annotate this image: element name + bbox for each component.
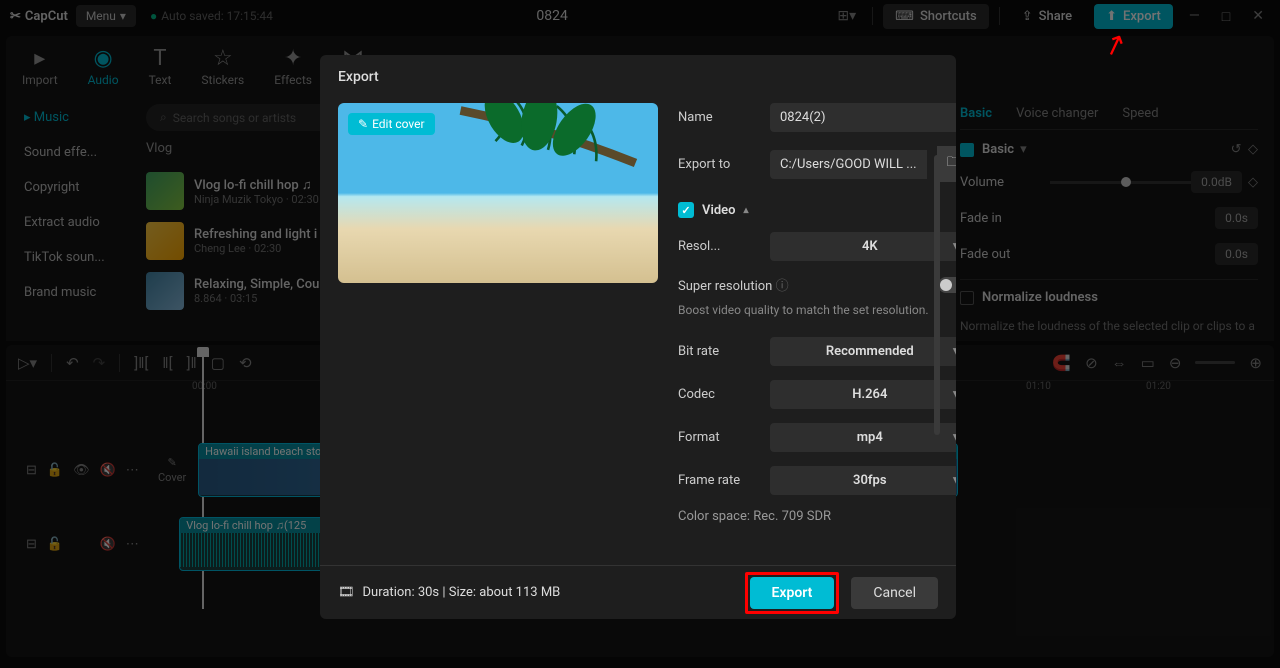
resolution-select[interactable]: 4K — [770, 232, 956, 261]
bitrate-select[interactable]: Recommended — [770, 337, 956, 366]
name-row: Name — [678, 103, 956, 132]
superres-row: Super resolution ⓘ — [678, 275, 956, 294]
format-label: Format — [678, 430, 760, 445]
codec-label: Codec — [678, 387, 760, 402]
superres-hint: Boost video quality to match the set res… — [678, 302, 956, 319]
exportto-row: Export to C:/Users/GOOD WILL ... 🗀 — [678, 146, 956, 182]
exportto-label: Export to — [678, 157, 760, 172]
resolution-label: Resol... — [678, 239, 760, 254]
form-column: Name Export to C:/Users/GOOD WILL ... 🗀 … — [678, 103, 956, 555]
export-modal: Export ✎ Edit cover Name Export to — [320, 55, 956, 619]
modal-title: Export — [320, 55, 956, 99]
duration-text: Duration: 30s | Size: about 113 MB — [363, 585, 561, 600]
preview-column: ✎ Edit cover — [338, 103, 658, 555]
name-input[interactable] — [770, 103, 956, 132]
footer-info: 🎞 Duration: 30s | Size: about 113 MB — [338, 585, 560, 600]
name-label: Name — [678, 110, 760, 125]
modal-footer: 🎞 Duration: 30s | Size: about 113 MB Exp… — [320, 565, 956, 619]
video-section-label: Video — [702, 203, 736, 218]
folder-icon: 🗀 — [947, 155, 956, 170]
colorspace-text: Color space: Rec. 709 SDR — [678, 509, 956, 524]
bitrate-label: Bit rate — [678, 344, 760, 359]
export-path: C:/Users/GOOD WILL ... — [770, 150, 927, 179]
codec-row: Codec H.264 — [678, 380, 956, 409]
checkbox-checked-icon[interactable]: ✓ — [678, 202, 694, 218]
modal-body: ✎ Edit cover Name Export to C:/Users/GOOD… — [320, 99, 956, 565]
pencil-icon: ✎ — [358, 117, 368, 131]
export-button[interactable]: Export — [750, 577, 835, 609]
preview-thumbnail: ✎ Edit cover — [338, 103, 658, 283]
palm-illustration — [458, 103, 638, 233]
resolution-row: Resol... 4K — [678, 232, 956, 261]
framerate-label: Frame rate — [678, 473, 760, 488]
format-select[interactable]: mp4 — [770, 423, 956, 452]
highlight-annotation: Export — [745, 572, 840, 614]
edit-cover-button[interactable]: ✎ Edit cover — [348, 113, 435, 135]
video-section-header[interactable]: ✓ Video ▴ — [678, 202, 956, 218]
film-icon: 🎞 — [338, 585, 355, 600]
framerate-select[interactable]: 30fps — [770, 466, 956, 495]
footer-actions: Export Cancel — [745, 572, 938, 614]
codec-select[interactable]: H.264 — [770, 380, 956, 409]
superres-label: Super resolution ⓘ — [678, 275, 789, 294]
framerate-row: Frame rate 30fps — [678, 466, 956, 495]
chevron-up-icon: ▴ — [744, 205, 749, 216]
superres-toggle[interactable] — [938, 277, 956, 293]
scrollbar[interactable] — [934, 155, 940, 435]
edit-cover-label: Edit cover — [372, 117, 425, 131]
cancel-button[interactable]: Cancel — [851, 577, 938, 609]
info-icon[interactable]: ⓘ — [776, 279, 789, 294]
format-row: Format mp4 — [678, 423, 956, 452]
bitrate-row: Bit rate Recommended — [678, 337, 956, 366]
